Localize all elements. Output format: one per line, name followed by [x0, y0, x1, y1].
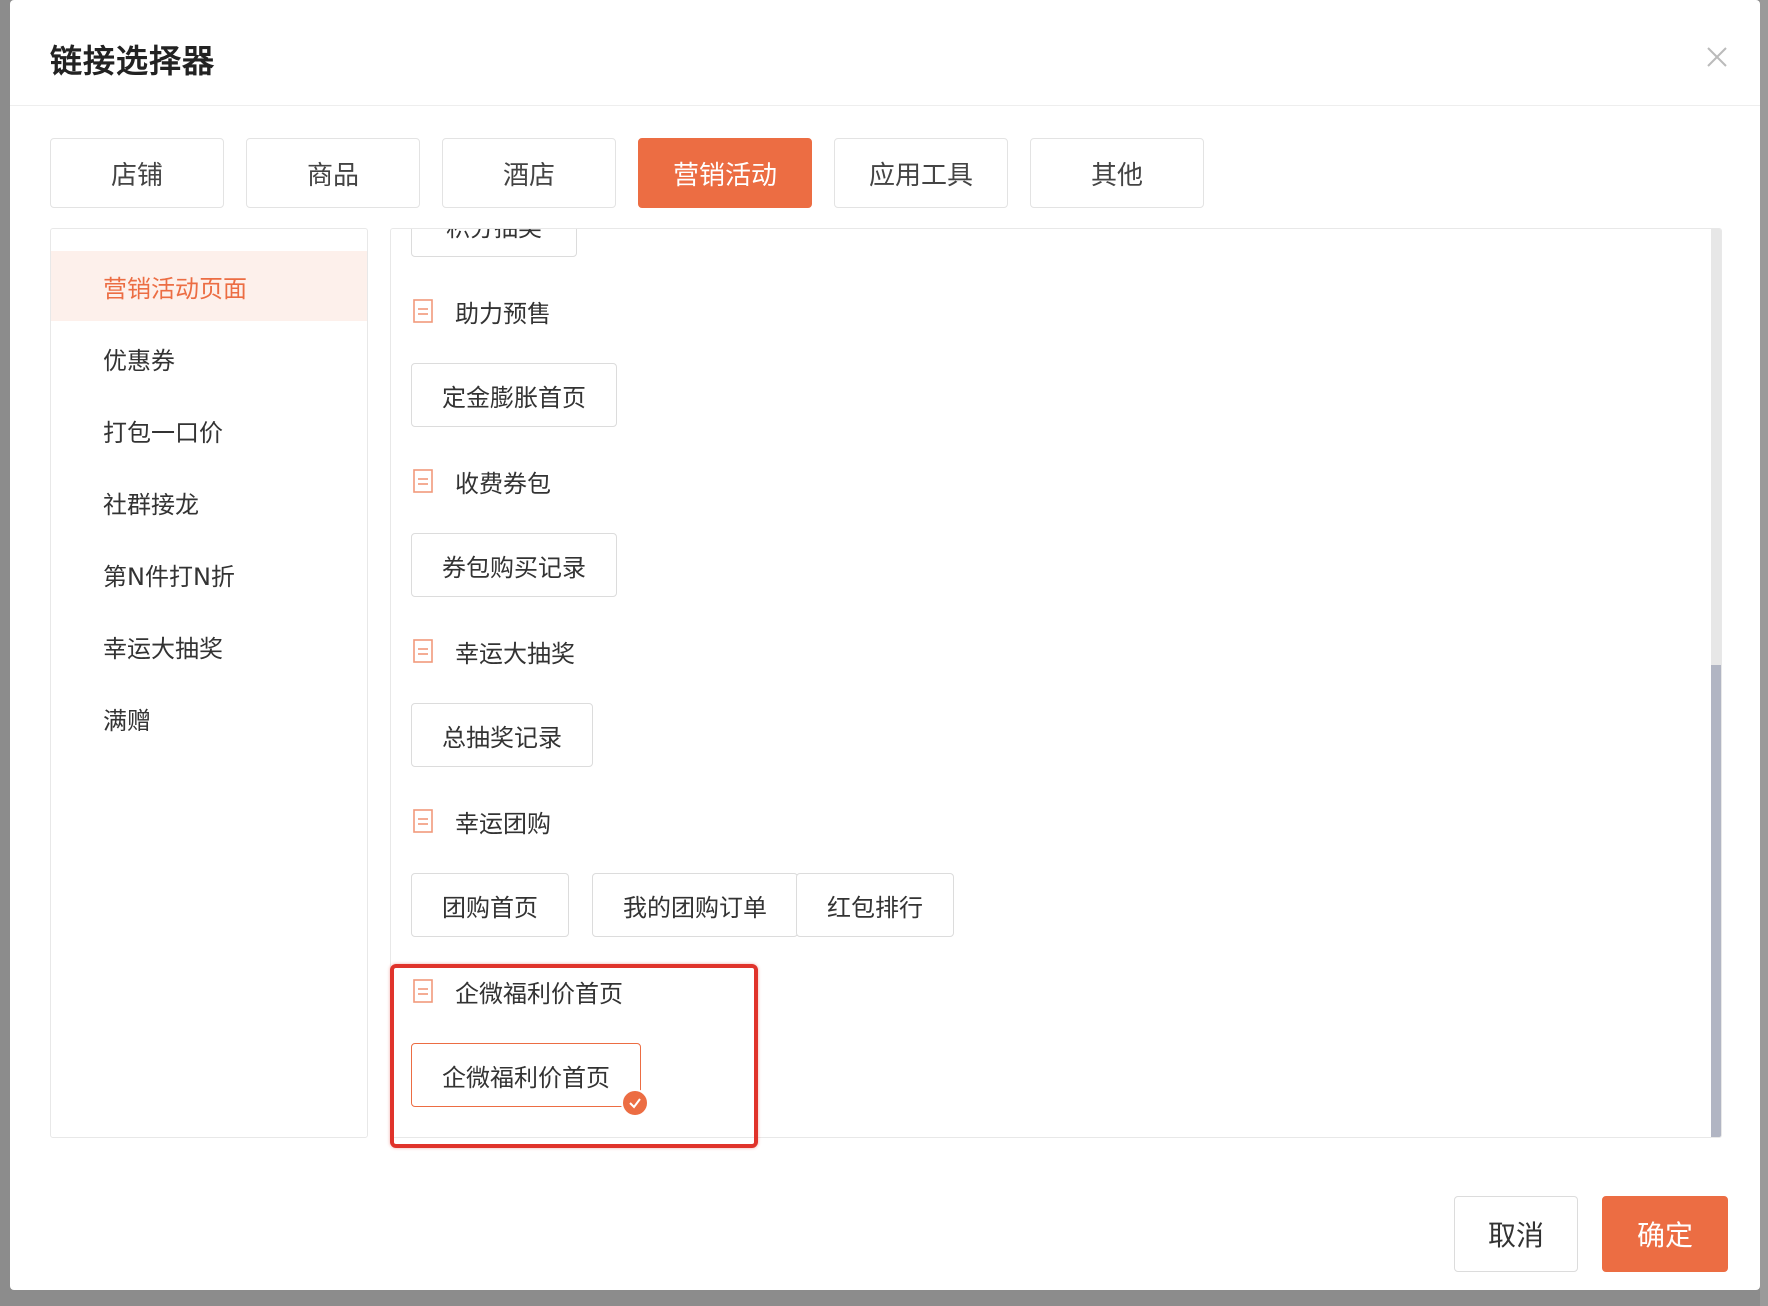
check-icon: [629, 1098, 641, 1109]
cancel-button[interactable]: 取消: [1454, 1196, 1578, 1272]
link-button[interactable]: 定金膨胀首页: [411, 363, 617, 427]
link-button[interactable]: 我的团购订单: [592, 873, 798, 937]
scrollbar-thumb[interactable]: [1711, 665, 1721, 1137]
close-button[interactable]: [1702, 42, 1732, 72]
group-title-label: 收费券包: [455, 469, 551, 498]
selected-check-badge: [621, 1089, 649, 1117]
link-button[interactable]: 券包购买记录: [411, 533, 617, 597]
group-title: 企微福利价首页: [413, 971, 623, 1011]
group-title: 幸运团购: [413, 801, 551, 841]
tab-hotel[interactable]: 酒店: [442, 138, 616, 208]
sidebar-item-group-chain[interactable]: 社群接龙: [51, 467, 367, 537]
tab-goods[interactable]: 商品: [246, 138, 420, 208]
sidebar-item-lucky-draw[interactable]: 幸运大抽奖: [51, 611, 367, 681]
close-icon: [1707, 47, 1727, 67]
link-content-panel: 积分抽奖 助力预售 定金膨胀首页 收费券包 券包购买记录 幸运大抽奖 总抽奖记录…: [390, 228, 1722, 1138]
tab-marketing[interactable]: 营销活动: [638, 138, 812, 208]
backdrop: [1760, 0, 1768, 1306]
tab-shop[interactable]: 店铺: [50, 138, 224, 208]
dialog-title: 链接选择器: [50, 42, 216, 80]
group-title-label: 助力预售: [455, 299, 551, 328]
group-title-label: 幸运大抽奖: [455, 639, 575, 668]
link-button[interactable]: 团购首页: [411, 873, 569, 937]
sidebar: 营销活动页面 优惠券 打包一口价 社群接龙 第N件打N折 幸运大抽奖 满赠: [50, 228, 368, 1138]
confirm-button[interactable]: 确定: [1602, 1196, 1728, 1272]
group-title: 助力预售: [413, 291, 551, 331]
group-title: 幸运大抽奖: [413, 631, 575, 671]
sidebar-item-bundle-price[interactable]: 打包一口价: [51, 395, 367, 465]
group-title-label: 幸运团购: [455, 809, 551, 838]
document-icon: [413, 809, 433, 833]
sidebar-item-gift[interactable]: 满赠: [51, 683, 367, 753]
document-icon: [413, 979, 433, 1003]
sidebar-item-nth-discount[interactable]: 第N件打N折: [51, 539, 367, 609]
selected-link-button[interactable]: 企微福利价首页: [411, 1043, 641, 1107]
sidebar-item-coupon[interactable]: 优惠券: [51, 323, 367, 393]
link-button[interactable]: 总抽奖记录: [411, 703, 593, 767]
scrollbar[interactable]: [1711, 229, 1721, 1137]
link-button[interactable]: 积分抽奖: [411, 229, 577, 257]
document-icon: [413, 639, 433, 663]
tab-tools[interactable]: 应用工具: [834, 138, 1008, 208]
document-icon: [413, 469, 433, 493]
link-button[interactable]: 红包排行: [796, 873, 954, 937]
document-icon: [413, 299, 433, 323]
group-title: 收费券包: [413, 461, 551, 501]
tab-other[interactable]: 其他: [1030, 138, 1204, 208]
link-selector-dialog: 链接选择器 店铺 商品 酒店 营销活动 应用工具 其他 营销活动页面 优惠券 打…: [10, 0, 1760, 1290]
sidebar-item-marketing-page[interactable]: 营销活动页面: [51, 251, 367, 321]
dialog-header: 链接选择器: [10, 0, 1760, 106]
group-title-label: 企微福利价首页: [455, 979, 623, 1008]
